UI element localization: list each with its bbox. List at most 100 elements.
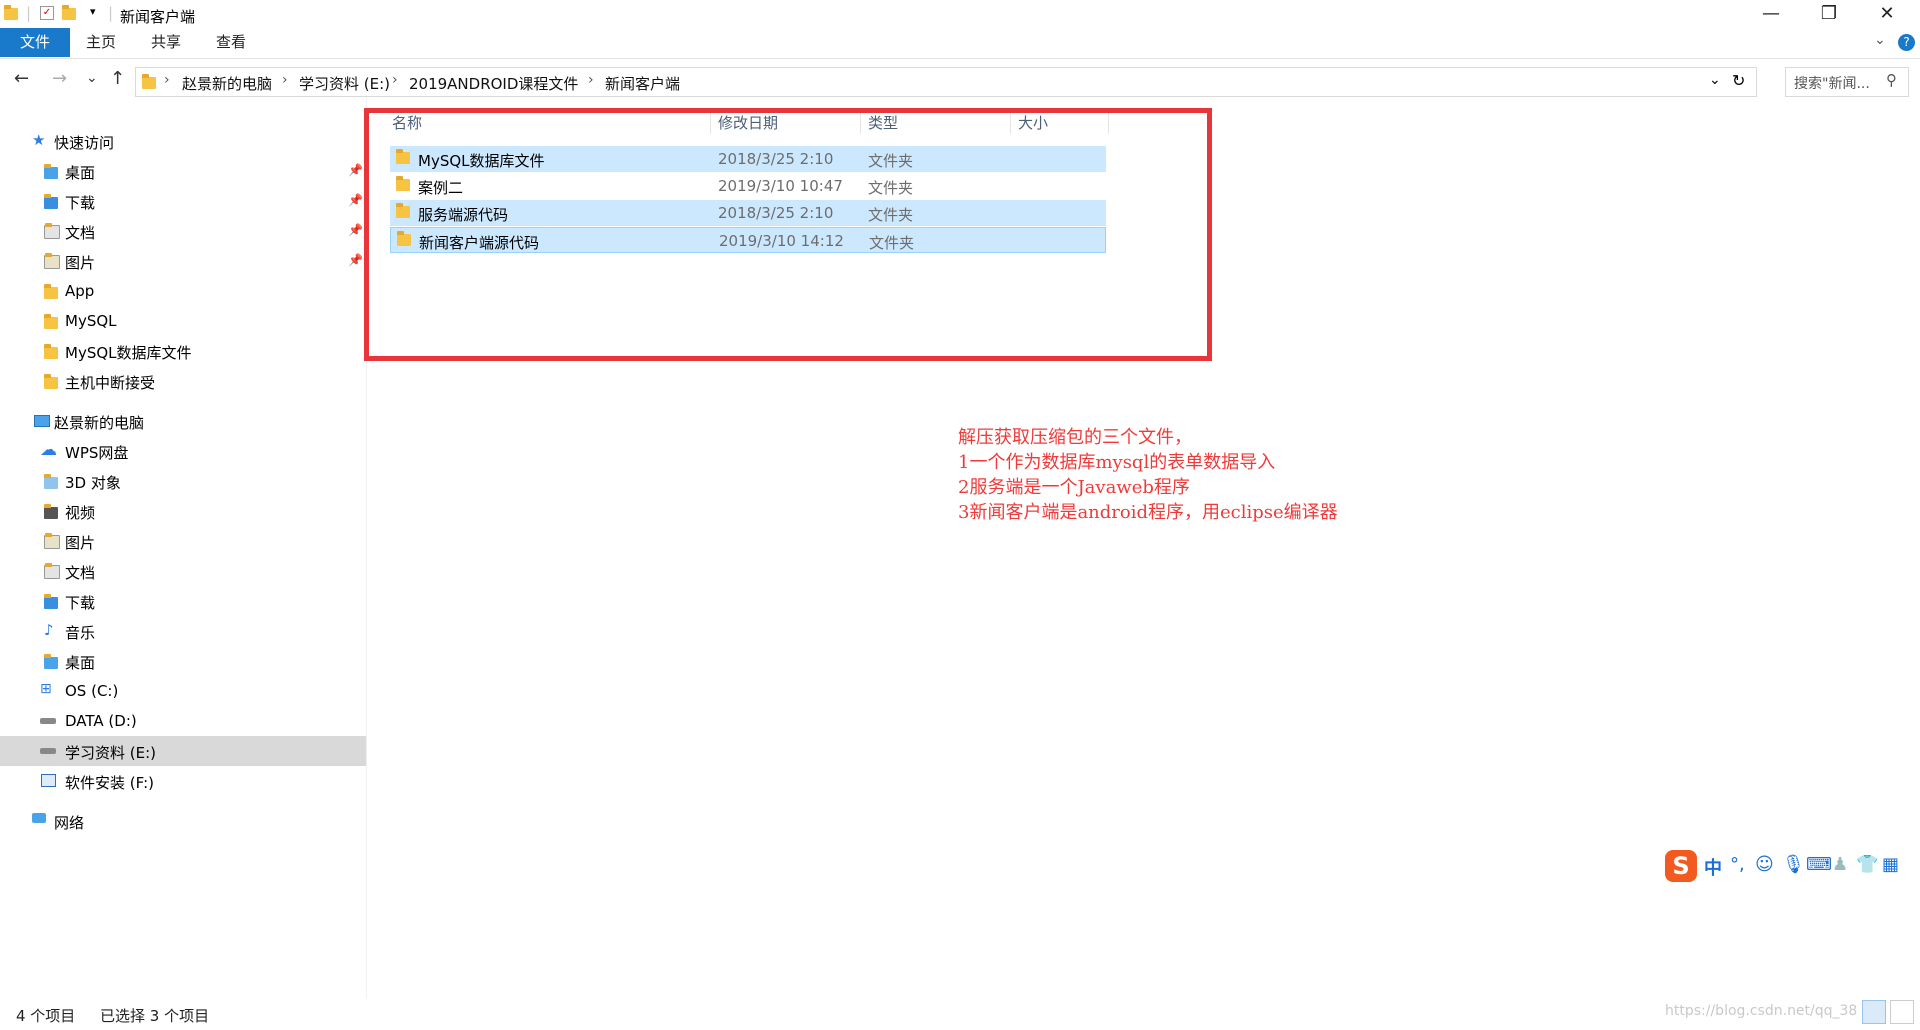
chevron-down-icon[interactable]: ⌄	[1874, 32, 1886, 48]
nav-desktop[interactable]: 桌面 📌	[0, 156, 366, 186]
divider: |	[26, 4, 32, 22]
nav-label: DATA (D:)	[65, 712, 137, 730]
nav-label: OS (C:)	[65, 682, 119, 700]
nav-pictures-pc[interactable]: 图片	[0, 526, 366, 556]
desktop-icon	[44, 654, 58, 673]
nav-documents[interactable]: 文档 📌	[0, 216, 366, 246]
help-icon[interactable]: ?	[1898, 34, 1915, 51]
tab-file[interactable]: 文件	[0, 28, 70, 57]
drive-icon	[41, 774, 56, 787]
nav-label: WPS网盘	[65, 444, 129, 462]
nav-drive-d[interactable]: DATA (D:)	[0, 706, 366, 736]
close-button[interactable]: ✕	[1858, 0, 1916, 28]
pin-icon: 📌	[348, 223, 363, 237]
nav-drive-f[interactable]: 软件安装 (F:)	[0, 766, 366, 796]
skin-icon[interactable]: 👕	[1856, 854, 1878, 875]
emoji-icon[interactable]: ☺	[1755, 854, 1774, 875]
microphone-icon[interactable]: 🎙	[1782, 854, 1805, 875]
refresh-icon[interactable]: ↻	[1732, 71, 1745, 90]
nav-host-interrupt[interactable]: 主机中断接受	[0, 366, 366, 396]
nav-label: 下载	[65, 594, 96, 612]
watermark: https://blog.csdn.net/qq_38	[1665, 1003, 1858, 1019]
nav-label: 赵景新的电脑	[54, 414, 145, 432]
customize-quick-access-icon[interactable]: ▾	[90, 5, 96, 18]
nav-this-pc[interactable]: 赵景新的电脑	[0, 406, 366, 436]
cube-icon	[44, 474, 58, 493]
nav-label: 视频	[65, 504, 96, 522]
nav-mysql[interactable]: MySQL	[0, 306, 366, 336]
video-icon	[44, 504, 58, 523]
download-icon	[44, 594, 58, 613]
ribbon-tabs: 文件 主页 共享 查看 ⌄ ?	[0, 28, 1920, 59]
nav-wps-drive[interactable]: ☁ WPS网盘	[0, 436, 366, 466]
nav-label: 学习资料 (E:)	[65, 744, 157, 762]
tab-share[interactable]: 共享	[135, 28, 197, 57]
folder-icon	[44, 374, 58, 393]
annotation-line: 2服务端是一个Javaweb程序	[958, 477, 1190, 498]
breadcrumb-course-folder[interactable]: 2019ANDROID课程文件	[409, 73, 578, 94]
address-bar[interactable]: › 赵景新的电脑 › 学习资料 (E:) › 2019ANDROID课程文件 ›…	[135, 67, 1757, 97]
punctuation-icon[interactable]: °,	[1730, 854, 1745, 875]
keyboard-icon[interactable]: ⌨	[1806, 854, 1832, 875]
search-icon[interactable]: ⚲	[1886, 71, 1897, 89]
nav-downloads-pc[interactable]: 下载	[0, 586, 366, 616]
highlight-box	[364, 108, 1212, 361]
search-input[interactable]: 搜索"新闻...	[1794, 73, 1870, 93]
toolbox-icon[interactable]: ▦	[1882, 854, 1899, 875]
nav-quick-access[interactable]: ★ 快速访问	[0, 126, 366, 156]
folder-icon	[142, 74, 156, 93]
folder-icon	[44, 344, 58, 363]
up-button[interactable]: ↑	[110, 68, 125, 89]
new-folder-icon[interactable]	[62, 5, 76, 20]
tab-view[interactable]: 查看	[200, 28, 262, 57]
drive-icon	[40, 718, 56, 724]
breadcrumb-current[interactable]: 新闻客户端	[605, 73, 680, 94]
nav-label: 桌面	[65, 654, 96, 672]
sogou-logo-icon[interactable]: S	[1665, 850, 1697, 882]
cloud-icon: ☁	[40, 440, 57, 460]
windows-drive-icon: ⊞	[40, 681, 52, 697]
star-icon: ★	[32, 131, 46, 149]
nav-label: 图片	[65, 254, 96, 272]
nav-app[interactable]: App	[0, 276, 366, 306]
nav-desktop-pc[interactable]: 桌面	[0, 646, 366, 676]
nav-drive-e[interactable]: 学习资料 (E:)	[0, 736, 366, 766]
nav-music[interactable]: ♪ 音乐	[0, 616, 366, 646]
status-bar: 4 个项目 已选择 3 个项目	[0, 998, 1920, 1030]
nav-label: 网络	[54, 814, 85, 832]
annotation: 解压获取压缩包的三个文件， 1一个作为数据库mysql的表单数据导入 2服务端是…	[958, 425, 1338, 525]
address-history-icon[interactable]: ⌄	[1709, 72, 1721, 88]
breadcrumb-drive-e[interactable]: 学习资料 (E:)	[299, 73, 390, 94]
nav-label: 文档	[65, 224, 96, 242]
nav-label: 主机中断接受	[65, 374, 156, 392]
tab-home[interactable]: 主页	[70, 28, 132, 57]
search-box[interactable]: 搜索"新闻... ⚲	[1785, 67, 1909, 97]
nav-documents-pc[interactable]: 文档	[0, 556, 366, 586]
nav-mysql-db-files[interactable]: MySQL数据库文件	[0, 336, 366, 366]
breadcrumb-this-pc[interactable]: 赵景新的电脑	[182, 73, 272, 94]
pin-icon: 📌	[348, 253, 363, 267]
minimize-button[interactable]: —	[1742, 0, 1800, 28]
large-icons-view-button[interactable]	[1890, 1000, 1914, 1024]
item-count: 4 个项目	[16, 1007, 76, 1025]
nav-videos[interactable]: 视频	[0, 496, 366, 526]
user-icon[interactable]: ♟	[1832, 854, 1848, 875]
document-icon	[44, 563, 60, 583]
recent-locations-button[interactable]: ⌄	[86, 70, 98, 86]
nav-network[interactable]: 网络	[0, 806, 366, 836]
nav-drive-c[interactable]: ⊞ OS (C:)	[0, 676, 366, 706]
back-button[interactable]: ←	[14, 68, 29, 89]
nav-pictures[interactable]: 图片 📌	[0, 246, 366, 276]
nav-label: App	[65, 282, 95, 300]
breadcrumb-separator: ›	[164, 72, 170, 88]
navigation-bar: ← → ⌄ ↑ › 赵景新的电脑 › 学习资料 (E:) › 2019ANDRO…	[0, 64, 1920, 98]
download-icon	[44, 194, 58, 213]
forward-button[interactable]: →	[52, 68, 67, 89]
details-view-button[interactable]	[1862, 1000, 1886, 1024]
nav-3d-objects[interactable]: 3D 对象	[0, 466, 366, 496]
restore-button[interactable]: ❐	[1800, 0, 1858, 28]
properties-icon[interactable]: ✓	[40, 6, 54, 20]
ime-mode-toggle[interactable]: 中	[1704, 854, 1722, 880]
ime-toolbar: S 中 °, ☺ 🎙 ⌨ ♟ 👕 ▦	[1660, 848, 1920, 884]
nav-downloads[interactable]: 下载 📌	[0, 186, 366, 216]
